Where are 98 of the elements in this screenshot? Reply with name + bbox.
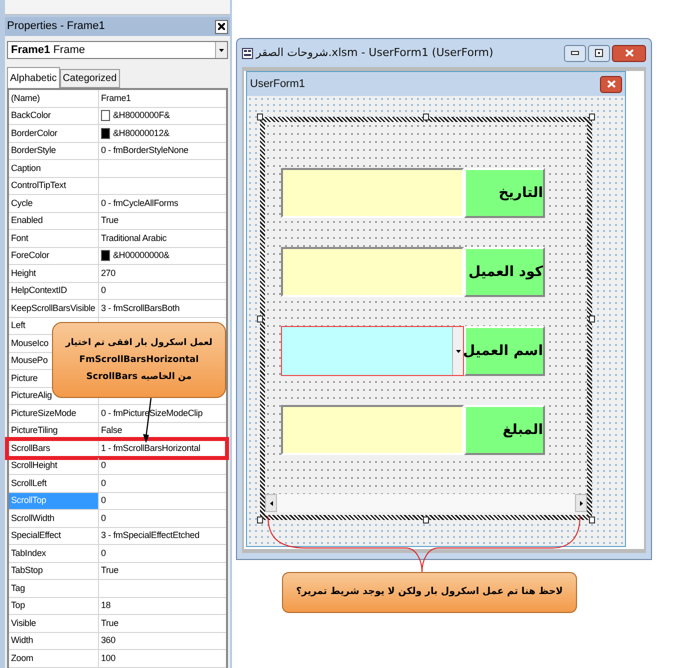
close-button[interactable] [600, 76, 622, 92]
close-icon [624, 49, 634, 57]
minimize-icon [571, 51, 579, 55]
text-box[interactable] [281, 247, 464, 297]
property-value[interactable]: 0 - fmBorderStyleNone [101, 144, 188, 158]
property-name[interactable]: BorderColor [11, 126, 58, 140]
property-name[interactable]: Width [11, 634, 34, 648]
property-name[interactable]: MouseIco [11, 336, 48, 350]
scroll-left-button[interactable] [265, 494, 277, 512]
property-name[interactable]: Caption [11, 162, 41, 175]
property-value[interactable]: True [101, 564, 118, 578]
right-arrow-icon [580, 500, 582, 506]
property-name[interactable]: BorderStyle [11, 144, 56, 158]
property-name[interactable]: KeepScrollBarsVisible [11, 302, 96, 315]
property-name[interactable]: Tag [11, 582, 25, 595]
close-icon [218, 23, 225, 30]
property-value[interactable]: 1 - fmScrollBarsHorizontal [101, 442, 200, 455]
property-value[interactable]: 270 [101, 266, 116, 280]
object-name: Frame1 Frame [11, 42, 85, 58]
resize-handle[interactable] [589, 114, 595, 120]
property-name[interactable]: Top [11, 599, 25, 612]
property-value[interactable]: 100 [101, 652, 116, 665]
property-value[interactable]: 0 [101, 476, 106, 490]
property-value[interactable]: 0 [101, 512, 106, 525]
property-name[interactable]: PictureTiling [11, 424, 58, 438]
maximize-button[interactable] [588, 44, 610, 62]
property-value[interactable]: 0 [101, 546, 106, 560]
property-name[interactable]: PictureSizeMode [11, 406, 76, 420]
property-value[interactable]: False [101, 424, 122, 438]
property-name[interactable]: Enabled [11, 214, 43, 228]
callout-text: FmScrollBarsHorizontal [79, 354, 199, 366]
close-button[interactable] [215, 20, 228, 34]
property-name[interactable]: ScrollWidth [11, 512, 54, 525]
property-name[interactable]: Height [11, 266, 36, 280]
scroll-right-button[interactable] [575, 494, 587, 512]
resize-handle[interactable] [257, 315, 263, 322]
property-value[interactable]: Frame1 [101, 92, 131, 105]
property-value[interactable]: 0 [101, 459, 106, 472]
resize-handle[interactable] [589, 315, 595, 322]
object-dropdown[interactable]: Frame1 Frame [7, 41, 228, 59]
panel-title: Properties - Frame1 [7, 19, 105, 34]
property-name[interactable]: Left [11, 319, 26, 332]
property-value[interactable]: True [101, 616, 118, 630]
property-name[interactable]: TabIndex [11, 546, 46, 560]
property-value[interactable]: 0 - fmCycleAllForms [101, 196, 178, 210]
combo-box[interactable] [281, 326, 464, 376]
property-value[interactable]: 18 [101, 599, 111, 612]
property-name[interactable]: ControlTipText [11, 179, 66, 192]
property-value[interactable]: Traditional Arabic [101, 232, 167, 245]
maximize-icon [595, 49, 603, 57]
property-name[interactable]: (Name) [11, 92, 40, 105]
property-value[interactable]: &H00000000& [113, 249, 170, 262]
field-label: التاريخ [464, 168, 545, 218]
field-label: المبلغ [464, 405, 545, 455]
property-name[interactable]: Cycle [11, 196, 33, 210]
property-value[interactable]: 0 [101, 494, 106, 508]
property-name[interactable]: ForeColor [11, 249, 50, 262]
callout-text: لعمل اسكرول بار افقى تم اختيار [66, 336, 212, 350]
tab[interactable]: Alphabetic [7, 67, 60, 88]
property-name[interactable]: PictureAlig [11, 389, 52, 402]
property-name[interactable]: ScrollBars [11, 442, 50, 455]
resize-handle[interactable] [589, 516, 595, 524]
text-box[interactable] [281, 168, 464, 218]
close-icon [606, 80, 616, 88]
property-value[interactable]: &H80000012& [113, 126, 170, 140]
property-name[interactable]: ScrollLeft [11, 476, 47, 490]
minimize-button[interactable] [564, 44, 586, 62]
resize-handle[interactable] [423, 114, 429, 120]
horizontal-scrollbar[interactable] [265, 494, 587, 512]
property-name[interactable]: SpecialEffect [11, 529, 61, 542]
userform-title: UserForm1 [250, 76, 306, 92]
property-value[interactable]: 3 - fmScrollBarsBoth [101, 302, 180, 315]
property-name[interactable]: TabStop [11, 564, 43, 578]
property-value[interactable]: 0 [101, 284, 106, 298]
field-label: اسم العميل [464, 326, 545, 376]
callout-text: لاحظ هنا تم عمل اسكرول بار ولكن لا يوجد شريط تمرير؟ [296, 585, 563, 600]
left-arrow-icon [270, 500, 272, 506]
property-value[interactable]: True [101, 214, 118, 228]
form-icon [242, 48, 253, 58]
close-button[interactable] [612, 44, 646, 62]
property-name[interactable]: Picture [11, 372, 38, 385]
property-name[interactable]: ScrollHeight [11, 459, 58, 472]
window-title: شروحات الصقر.xlsm - UserForm1 (UserForm) [256, 44, 494, 61]
text-box[interactable] [281, 405, 464, 455]
property-name[interactable]: BackColor [11, 109, 51, 122]
property-name[interactable]: Visible [11, 616, 36, 630]
property-value[interactable]: 360 [101, 634, 116, 648]
resize-handle[interactable] [257, 516, 263, 524]
property-name[interactable]: Zoom [11, 652, 34, 665]
property-value[interactable]: 3 - fmSpecialEffectEtched [101, 529, 200, 542]
property-name[interactable]: HelpContextID [11, 284, 67, 298]
field-label: كود العميل [464, 247, 545, 297]
resize-handle[interactable] [423, 516, 429, 524]
resize-handle[interactable] [257, 114, 263, 120]
tab[interactable]: Categorized [60, 69, 120, 88]
property-name[interactable]: Font [11, 232, 28, 245]
property-value[interactable]: &H8000000F& [113, 109, 170, 122]
property-name[interactable]: MousePo [11, 354, 48, 368]
